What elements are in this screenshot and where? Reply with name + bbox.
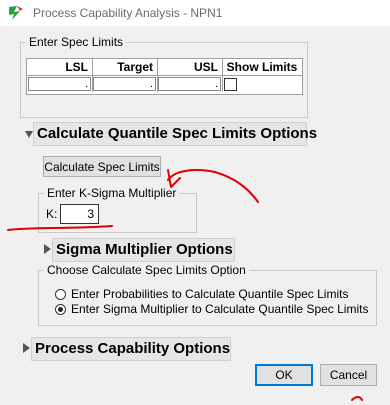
- red-annotation-marks: [7, 169, 363, 401]
- arrow-annotation: [167, 169, 259, 203]
- underline-annotation: [7, 225, 113, 231]
- corner-mark: [351, 396, 363, 401]
